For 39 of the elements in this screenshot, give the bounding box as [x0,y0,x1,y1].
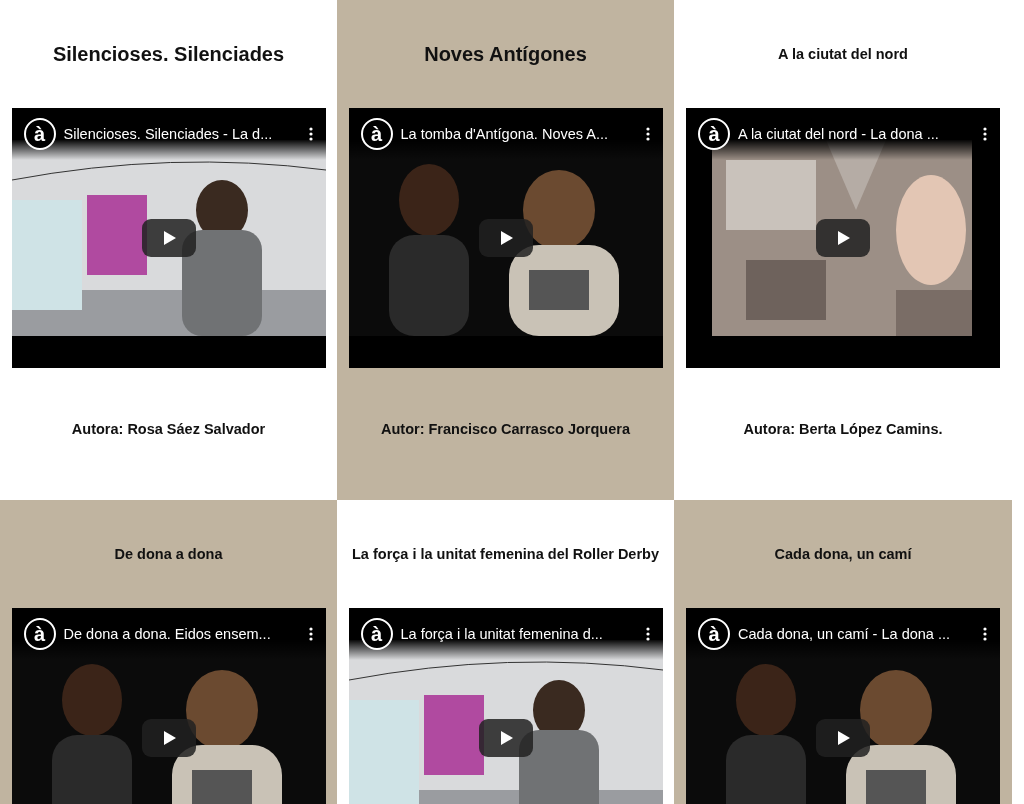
video-heading: A la ciutat del nord [778,46,908,62]
author-credit: Autora: Rosa Sáez Salvador [71,421,266,437]
more-options-icon[interactable] [308,627,313,641]
play-icon[interactable] [141,719,196,757]
video-player[interactable]: à Cada dona, un camí - La dona ... [686,608,1000,804]
video-player[interactable]: à La tomba d'Antígona. Noves A... [348,108,663,368]
channel-logo[interactable]: à [698,118,730,150]
video-title[interactable]: De dona a dona. Eidos ensem... [63,626,298,642]
channel-logo[interactable]: à [360,618,393,650]
video-player[interactable]: à Silencioses. Silenciades - La d... [11,108,326,368]
channel-logo[interactable]: à [360,118,393,150]
video-title[interactable]: La tomba d'Antígona. Noves A... [400,126,635,142]
video-heading: La força i la unitat femenina del Roller Derby [352,546,659,562]
play-icon[interactable] [478,219,533,257]
video-heading: Cada dona, un camí [774,546,912,562]
video-title[interactable]: Silencioses. Silenciades - La d... [63,126,298,142]
play-icon[interactable] [816,719,870,757]
more-options-icon[interactable] [645,127,650,141]
more-options-icon[interactable] [645,627,650,641]
video-heading: Silencioses. Silenciades [52,42,285,66]
video-player[interactable]: à La força i la unitat femenina d... [348,608,663,804]
play-icon[interactable] [141,219,196,257]
video-heading: Noves Antígones [424,42,587,66]
author-credit: Autor: Francisco Carrasco Jorquera [381,421,630,437]
video-title[interactable]: A la ciutat del nord - La dona ... [738,126,972,142]
video-title[interactable]: Cada dona, un camí - La dona ... [738,626,972,642]
video-heading: De dona a dona [114,546,223,562]
more-options-icon[interactable] [308,127,313,141]
more-options-icon[interactable] [983,627,987,641]
video-title[interactable]: La força i la unitat femenina d... [400,626,635,642]
channel-logo[interactable]: à [698,618,730,650]
author-credit: Autora: Berta López Camins. [743,421,943,437]
channel-logo[interactable]: à [23,618,56,650]
play-icon[interactable] [816,219,870,257]
play-icon[interactable] [478,719,533,757]
video-player[interactable]: à De dona a dona. Eidos ensem... [11,608,326,804]
video-player[interactable]: à A la ciutat del nord - La dona ... [686,108,1000,368]
channel-logo[interactable]: à [23,118,56,150]
more-options-icon[interactable] [983,127,987,141]
